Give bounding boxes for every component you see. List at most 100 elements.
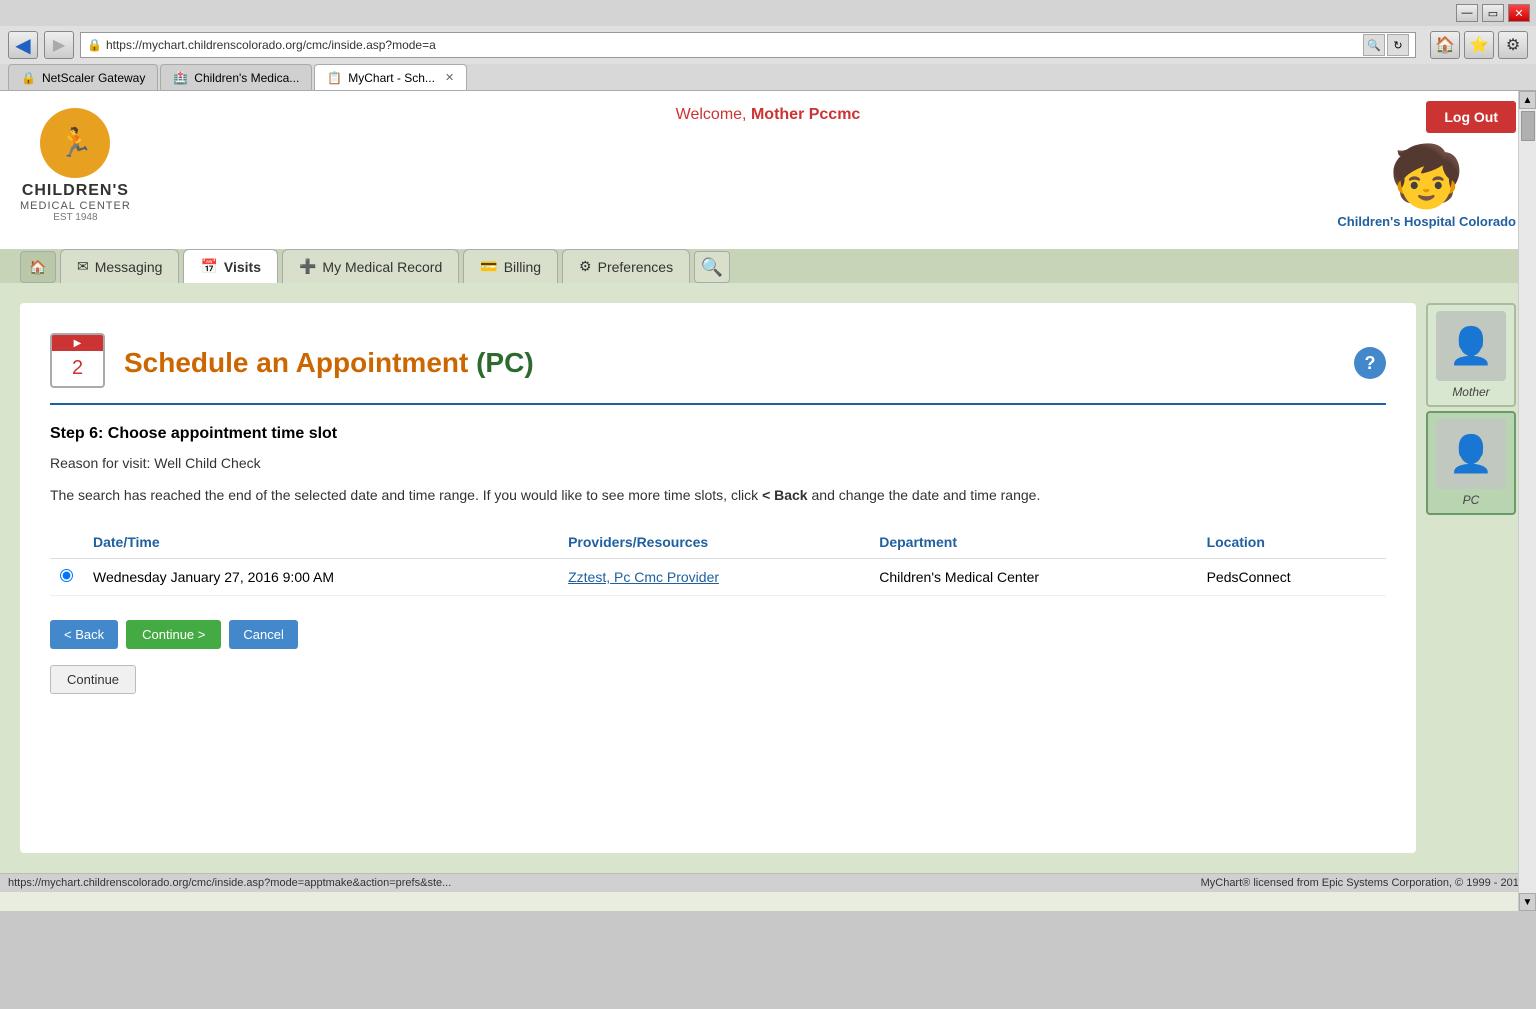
tab-childrens[interactable]: 🏥 Children's Medica...	[160, 64, 312, 90]
close-button[interactable]: ✕	[1508, 4, 1530, 22]
org-logo: 🏃 CHILDREN'S MEDICAL CENTER EST 1948	[20, 108, 131, 223]
main-content: ▶ 2 Schedule an Appointment (PC) ? Step …	[0, 283, 1536, 873]
row-location: PedsConnect	[1197, 559, 1386, 596]
address-favicon: 🔒	[87, 38, 102, 52]
sidebar-user-pc[interactable]: 👤 PC	[1426, 411, 1516, 515]
info-message2: and change the date and time range.	[812, 487, 1041, 503]
tab-favicon-mychart: 📋	[327, 71, 342, 85]
sidebar-user-mother[interactable]: 👤 Mother	[1426, 303, 1516, 407]
reason-label: Reason for visit:	[50, 455, 150, 471]
step-title: Step 6: Choose appointment time slot	[50, 425, 1386, 443]
page-header: 🏃 CHILDREN'S MEDICAL CENTER EST 1948 Wel…	[0, 91, 1536, 229]
back-button[interactable]: < Back	[50, 620, 118, 649]
nav-tab-billing[interactable]: 💳 Billing	[463, 249, 558, 283]
home-toolbar-button[interactable]: 🏠	[1430, 31, 1460, 59]
provider-link[interactable]: Zztest, Pc Cmc Provider	[568, 569, 719, 585]
row-department: Children's Medical Center	[869, 559, 1196, 596]
avatar-pc-img: 👤	[1436, 419, 1506, 489]
nav-tab-preferences[interactable]: ⚙ Preferences	[562, 249, 690, 283]
table-header-location: Location	[1197, 526, 1386, 559]
avatar-mother-img: 👤	[1436, 311, 1506, 381]
search-address-icon[interactable]: 🔍	[1363, 34, 1385, 56]
continue-plain-button[interactable]: Continue	[50, 665, 136, 694]
table-header-providers: Providers/Resources	[558, 526, 869, 559]
table-row: Wednesday January 27, 2016 9:00 AM Zztes…	[50, 559, 1386, 596]
logout-button[interactable]: Log Out	[1426, 101, 1516, 133]
sidebar-panel: 👤 Mother 👤 PC	[1426, 303, 1516, 853]
billing-icon: 💳	[480, 258, 497, 275]
org-name-sub: MEDICAL CENTER	[20, 200, 131, 212]
favorites-toolbar-button[interactable]: ⭐	[1464, 31, 1494, 59]
row-provider[interactable]: Zztest, Pc Cmc Provider	[558, 559, 869, 596]
button-row: < Back Continue > Cancel	[50, 620, 1386, 649]
nav-tabs: 🏠 ✉ Messaging 📅 Visits ➕ My Medical Reco…	[0, 249, 1536, 283]
continue-plain-row: Continue	[50, 665, 1386, 694]
welcome-message: Welcome, Mother Pccmc	[676, 106, 861, 124]
page-title-row: ▶ 2 Schedule an Appointment (PC) ?	[50, 333, 1386, 405]
browser-titlebar: — ▭ ✕	[0, 0, 1536, 26]
browser-tabs: 🔒 NetScaler Gateway 🏥 Children's Medica.…	[0, 64, 1536, 90]
nav-home-button[interactable]: 🏠	[20, 251, 56, 283]
continue-green-button[interactable]: Continue >	[126, 620, 221, 649]
scrollbar[interactable]: ▲ ▼	[1518, 91, 1536, 911]
nav-tab-medical-record[interactable]: ➕ My Medical Record	[282, 249, 459, 283]
visits-icon: 📅	[200, 258, 217, 275]
title-green: (PC)	[476, 347, 534, 378]
info-text: The search has reached the end of the se…	[50, 485, 1386, 506]
chco-name: Children's Hospital Colorado	[1337, 214, 1516, 229]
avatar-mother-figure: 👤	[1449, 325, 1494, 367]
scroll-track[interactable]	[1519, 109, 1536, 893]
page-title-left: ▶ 2 Schedule an Appointment (PC)	[50, 333, 534, 393]
settings-toolbar-button[interactable]: ⚙	[1498, 31, 1528, 59]
calendar-icon: ▶ 2	[50, 333, 110, 393]
row-radio-input[interactable]	[60, 569, 73, 582]
refresh-button[interactable]: ↻	[1387, 34, 1409, 56]
table-header-select	[50, 526, 83, 559]
row-radio-cell[interactable]	[50, 559, 83, 596]
chco-figure-icon: 🧒	[1389, 141, 1464, 212]
back-nav-button[interactable]: ◀	[8, 31, 38, 59]
status-copyright: MyChart® licensed from Epic Systems Corp…	[1201, 877, 1528, 889]
status-bar: https://mychart.childrenscolorado.org/cm…	[0, 873, 1536, 892]
content-panel: ▶ 2 Schedule an Appointment (PC) ? Step …	[20, 303, 1416, 853]
address-bar[interactable]: 🔒 https://mychart.childrenscolorado.org/…	[80, 32, 1416, 58]
search-icon: 🔍	[701, 257, 723, 278]
nav-tab-messaging[interactable]: ✉ Messaging	[60, 249, 179, 283]
status-url: https://mychart.childrenscolorado.org/cm…	[8, 877, 451, 889]
forward-nav-button[interactable]: ▶	[44, 31, 74, 59]
page-title: Schedule an Appointment (PC)	[124, 347, 534, 379]
back-link-text: < Back	[762, 487, 808, 503]
title-orange: Schedule an Appointment	[124, 347, 468, 378]
org-name-main: CHILDREN'S	[20, 182, 131, 200]
scroll-up-button[interactable]: ▲	[1519, 91, 1536, 109]
avatar-mother-name: Mother	[1452, 385, 1489, 399]
tab-favicon-childrens: 🏥	[173, 71, 188, 85]
scroll-thumb[interactable]	[1521, 111, 1535, 141]
tab-mychart[interactable]: 📋 MyChart - Sch... ✕	[314, 64, 467, 90]
row-datetime: Wednesday January 27, 2016 9:00 AM	[83, 559, 558, 596]
info-message: The search has reached the end of the se…	[50, 487, 758, 503]
logo-circle: 🏃	[40, 108, 110, 178]
preferences-icon: ⚙	[579, 258, 592, 275]
messaging-icon: ✉	[77, 258, 89, 275]
nav-tab-visits[interactable]: 📅 Visits	[183, 249, 278, 283]
tab-netscaler[interactable]: 🔒 NetScaler Gateway	[8, 64, 158, 90]
tab-close-icon[interactable]: ✕	[445, 71, 454, 84]
scroll-down-button[interactable]: ▼	[1519, 893, 1536, 911]
address-text: https://mychart.childrenscolorado.org/cm…	[106, 38, 1359, 52]
welcome-prefix: Welcome,	[676, 106, 747, 123]
avatar-pc-figure: 👤	[1449, 433, 1494, 475]
home-icon: 🏠	[29, 259, 46, 276]
search-button[interactable]: 🔍	[694, 251, 730, 283]
maximize-button[interactable]: ▭	[1482, 4, 1504, 22]
minimize-button[interactable]: —	[1456, 4, 1478, 22]
welcome-user: Mother Pccmc	[751, 106, 860, 123]
chco-logo: 🧒 Children's Hospital Colorado	[1337, 141, 1516, 229]
help-button[interactable]: ?	[1354, 347, 1386, 379]
table-header-department: Department	[869, 526, 1196, 559]
avatar-pc-name: PC	[1463, 493, 1480, 507]
reason-line: Reason for visit: Well Child Check	[50, 455, 1386, 471]
table-header-datetime: Date/Time	[83, 526, 558, 559]
cancel-button[interactable]: Cancel	[229, 620, 297, 649]
reason-value: Well Child Check	[154, 455, 260, 471]
